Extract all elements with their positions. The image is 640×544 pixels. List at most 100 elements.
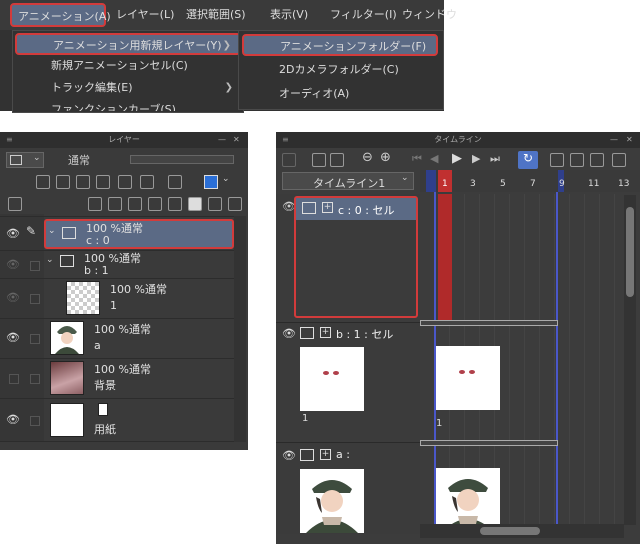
prev-frame-icon[interactable]: ◀	[430, 152, 438, 165]
lock-checkbox[interactable]	[30, 334, 40, 344]
frame-settings-icon[interactable]	[330, 153, 344, 167]
lock-layer-icon[interactable]	[76, 175, 90, 189]
lock-checkbox[interactable]	[30, 416, 40, 426]
menu-selection[interactable]: 選択範囲(S)	[186, 3, 246, 27]
zoom-out-icon[interactable]: ⊖	[362, 150, 373, 165]
lock-checkbox[interactable]	[30, 261, 40, 271]
eye-icon[interactable]: 👁	[282, 327, 296, 340]
ruler-label: 1	[442, 179, 448, 189]
minimize-icon[interactable]: —	[218, 132, 226, 148]
lock-checkbox[interactable]	[30, 374, 40, 384]
submenu-new-animation-layer[interactable]: アニメーション用新規レイヤー(Y) ❯	[15, 33, 241, 55]
layer-row[interactable]: 👁 100 %通常 a	[0, 318, 234, 358]
submenu-track-edit[interactable]: トラック編集(E) ❯	[13, 77, 241, 99]
close-icon[interactable]: ✕	[626, 132, 633, 148]
submenu-function-curve[interactable]: ファンクションカーブ(S)	[13, 99, 241, 111]
timeline-select[interactable]: タイムライン1 ⌄	[282, 172, 414, 190]
layer-blend-label: 100 %通常	[110, 283, 167, 296]
new-raster-layer-icon[interactable]	[88, 197, 102, 211]
track-row[interactable]: 👁 + c : 0 : セル	[276, 194, 420, 320]
submenu-animation-folder[interactable]: アニメーションフォルダー(F)	[242, 34, 438, 56]
menu-layer[interactable]: レイヤー(L)	[116, 3, 174, 27]
menu-view[interactable]: 表示(V)	[270, 3, 308, 27]
scroll-thumb[interactable]	[480, 527, 540, 535]
visibility-checkbox[interactable]	[9, 374, 19, 384]
eye-icon[interactable]: 👁	[6, 228, 20, 239]
eye-icon[interactable]: 👁	[6, 292, 20, 303]
work-area-start-marker[interactable]	[426, 170, 436, 192]
expand-icon[interactable]: +	[320, 449, 331, 460]
layer-color-icon[interactable]	[204, 175, 218, 189]
layer-scrollbar[interactable]	[234, 216, 246, 442]
submenu-2d-camera-folder[interactable]: 2Dカメラフォルダー(C)	[239, 59, 439, 81]
expand-icon[interactable]: +	[322, 202, 333, 213]
ruler-icon[interactable]	[168, 175, 182, 189]
clipping-icon[interactable]	[140, 175, 154, 189]
first-frame-icon[interactable]: ⏮	[412, 152, 422, 166]
new-timeline-icon[interactable]	[282, 153, 296, 167]
selected-layer-highlight[interactable]: ⌄ 100 %通常 c : 0	[44, 219, 234, 249]
work-area-end-line	[556, 192, 558, 532]
layer-row[interactable]: 👁 ✎ ⌄ 100 %通常 c : 0	[0, 216, 234, 250]
ruler-label: 9	[559, 179, 565, 189]
eye-icon[interactable]: 👁	[6, 414, 20, 425]
track-row[interactable]: 👁 + a :	[276, 442, 420, 534]
track-row[interactable]: 👁 + b : 1 : セル 1	[276, 322, 420, 440]
menu-animation[interactable]: アニメーション(A)	[10, 3, 111, 27]
opacity-slider[interactable]	[130, 155, 234, 164]
frame-list-icon[interactable]	[312, 153, 326, 167]
onion-skin-icon[interactable]	[590, 153, 604, 167]
layer-property-icon[interactable]	[8, 197, 22, 211]
reference-layer-icon[interactable]	[36, 175, 50, 189]
next-frame-icon[interactable]: ▶	[472, 152, 480, 165]
loop-icon[interactable]: ↻	[518, 151, 538, 169]
eye-icon[interactable]: 👁	[6, 259, 20, 270]
new-folder-icon[interactable]	[128, 197, 142, 211]
layer-name: a	[94, 339, 101, 352]
trash-icon[interactable]	[228, 197, 242, 211]
animation-folder-icon	[62, 227, 76, 239]
layer-row[interactable]: 100 %通常 背景	[0, 358, 234, 398]
timeline-vertical-scrollbar[interactable]	[624, 195, 636, 525]
specify-cell-icon[interactable]	[570, 153, 584, 167]
submenu-new-animation-cell[interactable]: 新規アニメーションセル(C)	[13, 55, 241, 77]
zoom-in-icon[interactable]: ⊕	[380, 150, 391, 165]
track-header[interactable]: + c : 0 : セル	[296, 198, 416, 220]
light-table-icon[interactable]	[612, 153, 626, 167]
transfer-down-icon[interactable]	[148, 197, 162, 211]
play-icon[interactable]: ▶	[452, 151, 462, 166]
chevron-right-icon: ❯	[224, 82, 233, 93]
minimize-icon[interactable]: —	[610, 132, 618, 148]
create-mask-icon[interactable]	[188, 197, 202, 211]
new-cell-icon[interactable]	[550, 153, 564, 167]
chevron-down-icon[interactable]: ⌄	[46, 255, 54, 265]
layer-row[interactable]: 👁 100 %通常 1	[0, 278, 234, 318]
blend-mode-select[interactable]: 通常	[68, 152, 90, 168]
eye-icon[interactable]: 👁	[282, 449, 296, 462]
last-frame-icon[interactable]: ⏭	[490, 152, 500, 166]
lock-transparency-icon[interactable]	[96, 175, 110, 189]
animation-folder-icon	[60, 255, 74, 267]
mask-icon[interactable]	[118, 175, 132, 189]
new-vector-layer-icon[interactable]	[108, 197, 122, 211]
menu-window[interactable]: ウィンドウ	[402, 3, 457, 27]
submenu-audio[interactable]: オーディオ(A)	[239, 83, 439, 105]
close-icon[interactable]: ✕	[233, 132, 240, 148]
frame-cell-thumbnail[interactable]	[436, 346, 500, 410]
color-mode-select[interactable]: ⌄	[6, 152, 44, 168]
combine-down-icon[interactable]	[168, 197, 182, 211]
chevron-down-icon[interactable]: ⌄	[48, 226, 56, 236]
menu-filter[interactable]: フィルター(I)	[330, 3, 397, 27]
timeline-horizontal-scrollbar[interactable]	[420, 524, 624, 538]
eye-icon[interactable]: 👁	[6, 332, 20, 343]
apply-mask-icon[interactable]	[208, 197, 222, 211]
chevron-down-icon[interactable]: ⌄	[222, 174, 230, 184]
layer-row[interactable]: 👁 ⌄ 100 %通常 b : 1	[0, 250, 234, 278]
frame-cell-thumbnail[interactable]	[436, 468, 500, 532]
scroll-thumb[interactable]	[626, 207, 634, 297]
lock-checkbox[interactable]	[30, 294, 40, 304]
draft-layer-icon[interactable]	[56, 175, 70, 189]
expand-icon[interactable]: +	[320, 327, 331, 338]
frame-ruler[interactable]: 1 3 5 7 9 11 13	[420, 170, 640, 192]
layer-row[interactable]: 👁 用紙	[0, 398, 234, 442]
